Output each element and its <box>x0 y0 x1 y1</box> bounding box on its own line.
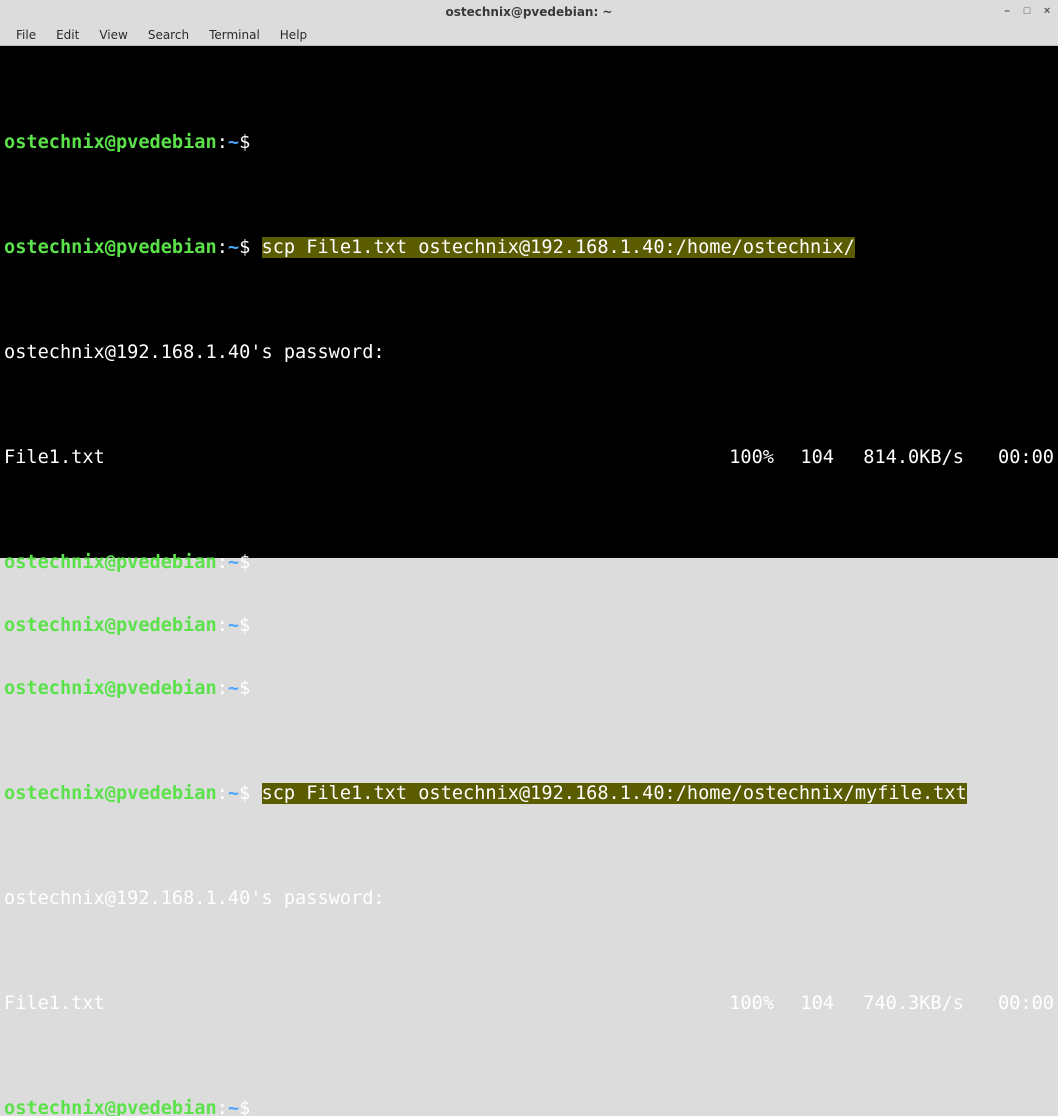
scp-progress-line: File1.txt 100%104814.0KB/s00:00 <box>4 447 1054 468</box>
output-line: ostechnix@192.168.1.40's password: <box>4 342 1054 363</box>
scp-eta: 00:00 <box>964 447 1054 468</box>
prompt-user-host: ostechnix@pvedebian <box>4 132 217 153</box>
menu-help[interactable]: Help <box>270 26 317 44</box>
prompt-line: ostechnix@pvedebian:~$ <box>4 552 1054 573</box>
command-line: ostechnix@pvedebian:~$ scp File1.txt ost… <box>4 237 1054 258</box>
minimize-button[interactable]: – <box>1002 7 1012 17</box>
scp-percent: 100% <box>714 993 774 1014</box>
maximize-button[interactable]: □ <box>1022 7 1032 17</box>
scp-filename: File1.txt <box>4 993 105 1014</box>
terminal-viewport[interactable]: ostechnix@pvedebian:~$ ostechnix@pvedebi… <box>0 46 1058 558</box>
command-text: scp File1.txt ostechnix@192.168.1.40:/ho… <box>262 783 967 804</box>
window-controls: – □ × <box>1002 0 1052 24</box>
menu-bar: File Edit View Search Terminal Help <box>0 24 1058 46</box>
scp-percent: 100% <box>714 447 774 468</box>
scp-rate: 740.3KB/s <box>834 993 964 1014</box>
prompt-symbol: $ <box>239 132 250 153</box>
scp-filename: File1.txt <box>4 447 105 468</box>
window-title-bar: ostechnix@pvedebian: ~ – □ × <box>0 0 1058 24</box>
close-button[interactable]: × <box>1042 7 1052 17</box>
prompt-path: ~ <box>228 237 239 258</box>
scp-bytes: 104 <box>774 447 834 468</box>
command-text: scp File1.txt ostechnix@192.168.1.40:/ho… <box>262 237 855 258</box>
prompt-line: ostechnix@pvedebian:~$ <box>4 678 1054 699</box>
menu-search[interactable]: Search <box>138 26 199 44</box>
menu-file[interactable]: File <box>6 26 46 44</box>
menu-view[interactable]: View <box>89 26 137 44</box>
prompt-user-host: ostechnix@pvedebian <box>4 237 217 258</box>
scp-eta: 00:00 <box>964 993 1054 1014</box>
prompt-symbol: $ <box>239 237 250 258</box>
scp-progress-line: File1.txt 100%104740.3KB/s00:00 <box>4 993 1054 1014</box>
menu-edit[interactable]: Edit <box>46 26 89 44</box>
window-title: ostechnix@pvedebian: ~ <box>446 5 613 19</box>
command-line: ostechnix@pvedebian:~$ scp File1.txt ost… <box>4 783 1054 804</box>
output-line: ostechnix@192.168.1.40's password: <box>4 888 1054 909</box>
scp-bytes: 104 <box>774 993 834 1014</box>
prompt-line: ostechnix@pvedebian:~$ <box>4 132 1054 153</box>
prompt-sep: : <box>217 132 228 153</box>
prompt-sep: : <box>217 237 228 258</box>
scp-rate: 814.0KB/s <box>834 447 964 468</box>
prompt-path: ~ <box>228 132 239 153</box>
prompt-line: ostechnix@pvedebian:~$ <box>4 1098 1054 1116</box>
menu-terminal[interactable]: Terminal <box>199 26 270 44</box>
prompt-line: ostechnix@pvedebian:~$ <box>4 615 1054 636</box>
